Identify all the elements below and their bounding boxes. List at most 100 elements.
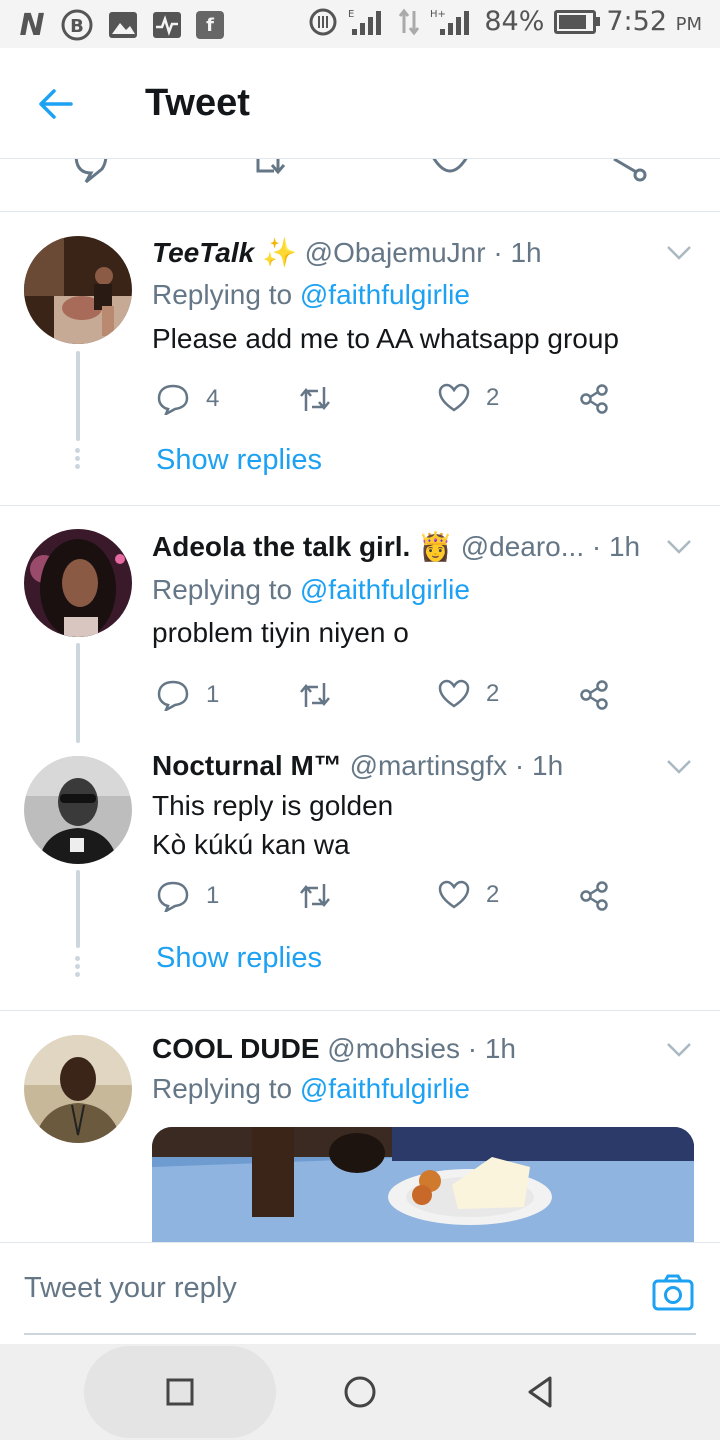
thread-dots [75, 956, 81, 980]
signal-hplus-icon: H+ [430, 9, 470, 35]
reply-action[interactable]: 1 [156, 679, 219, 711]
author-line: Nocturnal M™ @martinsgfx · 1h [152, 750, 563, 782]
show-replies-link[interactable]: Show replies [156, 444, 322, 477]
author-name[interactable]: Nocturnal M™ [152, 750, 342, 781]
mention-link[interactable]: @faithfulgirlie [300, 1073, 470, 1104]
retweet-action[interactable] [298, 383, 348, 415]
share-icon[interactable] [608, 159, 650, 185]
reply-tweet[interactable]: Adeola the talk girl. 👸 @dearo... · 1h R… [0, 506, 720, 743]
thread-line [76, 870, 80, 948]
reply-icon [157, 680, 189, 711]
replying-prefix: Replying to [152, 1073, 293, 1104]
retweet-icon [300, 683, 330, 707]
mention-link[interactable]: @faithfulgirlie [300, 574, 470, 605]
reply-icon[interactable] [72, 159, 110, 185]
replying-prefix: Replying to [152, 279, 293, 310]
retweet-action[interactable] [298, 679, 348, 711]
battery-icon [554, 9, 601, 34]
author-name[interactable]: TeeTalk [152, 237, 254, 268]
chevron-down-icon[interactable] [666, 759, 692, 775]
back-arrow-icon[interactable] [36, 84, 76, 124]
author-name[interactable]: COOL DUDE [152, 1033, 320, 1064]
author-line: TeeTalk ✨ @ObajemuJnr · 1h [152, 236, 542, 269]
reply-count: 4 [206, 385, 220, 412]
author-handle: @martinsgfx · 1h [349, 750, 564, 781]
author-line: COOL DUDE @mohsies · 1h [152, 1033, 516, 1065]
b-app-icon: B [61, 9, 93, 41]
notification-icons: N B f [18, 8, 224, 43]
reply-tweet[interactable]: COOL DUDE @mohsies · 1h Replying to @fai… [0, 1011, 720, 1242]
system-icons: E H+ 84% 7:52 PM [308, 6, 702, 37]
main-tweet-actions [0, 159, 720, 212]
share-action[interactable] [578, 383, 610, 415]
tweet-text: problem tiyin niyen o [152, 617, 409, 648]
heart-icon [438, 383, 470, 412]
replying-to: Replying to @faithfulgirlie [152, 1073, 470, 1105]
tweet-media-image[interactable] [152, 1127, 694, 1242]
retweet-icon[interactable] [252, 159, 292, 185]
like-count: 2 [486, 881, 500, 908]
replying-prefix: Replying to [152, 574, 293, 605]
chevron-down-icon[interactable] [666, 539, 692, 555]
reply-placeholder: Tweet your reply [24, 1271, 237, 1304]
reply-tweet[interactable]: Nocturnal M™ @martinsgfx · 1h This reply… [0, 726, 720, 1010]
reply-icon [157, 384, 189, 415]
chevron-down-icon[interactable] [666, 245, 692, 261]
system-nav-bar [0, 1344, 720, 1440]
clock: 7:52 PM [606, 6, 702, 37]
signal-e-icon: E [348, 9, 382, 35]
heart-icon [438, 679, 470, 708]
tweet-time: · 1h [591, 531, 641, 562]
mention-link[interactable]: @faithfulgirlie [300, 279, 470, 310]
share-icon [580, 680, 608, 710]
like-icon[interactable] [430, 159, 470, 185]
recents-icon[interactable] [162, 1374, 198, 1410]
like-action[interactable]: 2 [438, 383, 499, 413]
svg-text:H+: H+ [430, 9, 446, 20]
avatar[interactable] [24, 529, 132, 637]
like-action[interactable]: 2 [438, 880, 499, 910]
back-icon[interactable] [522, 1374, 558, 1410]
thread-dots [75, 448, 81, 472]
author-name[interactable]: Adeola the talk girl. [152, 531, 410, 562]
reply-action[interactable]: 4 [156, 383, 219, 415]
author-handle: @dearo... [460, 531, 585, 562]
home-icon[interactable] [342, 1374, 378, 1410]
share-icon [580, 384, 608, 414]
tweet-text: This reply is golden Kò kúkú kan wa [152, 786, 393, 864]
like-action[interactable]: 2 [438, 679, 499, 709]
thread-line [76, 351, 80, 441]
reply-feed[interactable]: TeeTalk ✨ @ObajemuJnr · 1h Replying to @… [0, 159, 720, 1242]
author-line: Adeola the talk girl. 👸 @dearo... · 1h [152, 530, 640, 563]
share-icon [580, 881, 608, 911]
author-handle: @ObajemuJnr · 1h [304, 237, 542, 268]
data-arrows-icon [399, 8, 420, 35]
share-action[interactable] [578, 880, 610, 912]
reply-composer: Tweet your reply [0, 1242, 720, 1345]
retweet-action[interactable] [298, 880, 348, 912]
show-replies-link[interactable]: Show replies [156, 942, 322, 975]
avatar[interactable] [24, 236, 132, 344]
svg-text:E: E [348, 9, 354, 20]
retweet-icon [300, 387, 330, 411]
replying-to: Replying to @faithfulgirlie [152, 574, 470, 606]
chevron-down-icon[interactable] [666, 1042, 692, 1058]
like-count: 2 [486, 384, 500, 411]
reply-input[interactable]: Tweet your reply [24, 1243, 696, 1335]
reply-action[interactable]: 1 [156, 880, 219, 912]
reply-count: 1 [206, 681, 220, 708]
sparkle-emoji: ✨ [261, 237, 297, 268]
camera-icon[interactable] [652, 1273, 694, 1313]
reply-tweet[interactable]: TeeTalk ✨ @ObajemuJnr · 1h Replying to @… [0, 211, 720, 505]
tweet-text-line: This reply is golden [152, 790, 394, 821]
princess-emoji: 👸 [418, 531, 453, 562]
app-header: Tweet [0, 48, 720, 159]
clock-time: 7:52 [606, 6, 668, 37]
avatar[interactable] [24, 1035, 132, 1143]
status-bar: N B f E H+ 84% 7:52 PM [0, 0, 720, 48]
share-action[interactable] [578, 679, 610, 711]
svg-text:B: B [70, 16, 84, 37]
clock-suffix: PM [675, 14, 702, 35]
heart-icon [438, 880, 470, 909]
avatar[interactable] [24, 756, 132, 864]
